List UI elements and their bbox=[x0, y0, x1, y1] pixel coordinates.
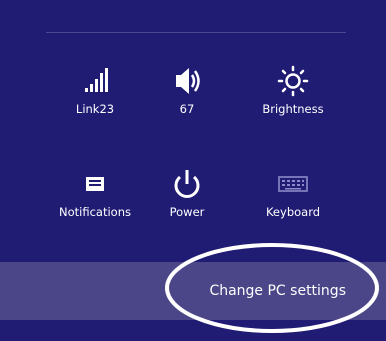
keyboard-icon bbox=[278, 176, 308, 192]
keyboard-tile[interactable]: Keyboard bbox=[251, 167, 335, 219]
notifications-icon bbox=[86, 177, 104, 191]
change-pc-settings-link[interactable]: Change PC settings bbox=[209, 283, 346, 299]
network-signal-icon bbox=[85, 68, 108, 92]
power-label: Power bbox=[169, 205, 205, 219]
volume-icon bbox=[176, 68, 200, 94]
power-tile[interactable]: Power bbox=[145, 167, 229, 219]
divider bbox=[46, 32, 346, 33]
notifications-label: Notifications bbox=[59, 205, 131, 219]
notifications-tile[interactable]: Notifications bbox=[53, 167, 137, 219]
power-icon bbox=[174, 170, 200, 198]
volume-label: 67 bbox=[179, 102, 195, 116]
network-label: Link23 bbox=[75, 102, 115, 116]
keyboard-label: Keyboard bbox=[265, 205, 321, 219]
brightness-tile[interactable]: Brightness bbox=[251, 64, 335, 116]
brightness-label: Brightness bbox=[262, 102, 324, 116]
network-tile[interactable]: Link23 bbox=[53, 64, 137, 116]
settings-charm-panel: Link23 67 Brightness Notifications Power… bbox=[0, 0, 386, 341]
brightness-icon bbox=[277, 65, 309, 97]
volume-tile[interactable]: 67 bbox=[145, 64, 229, 116]
